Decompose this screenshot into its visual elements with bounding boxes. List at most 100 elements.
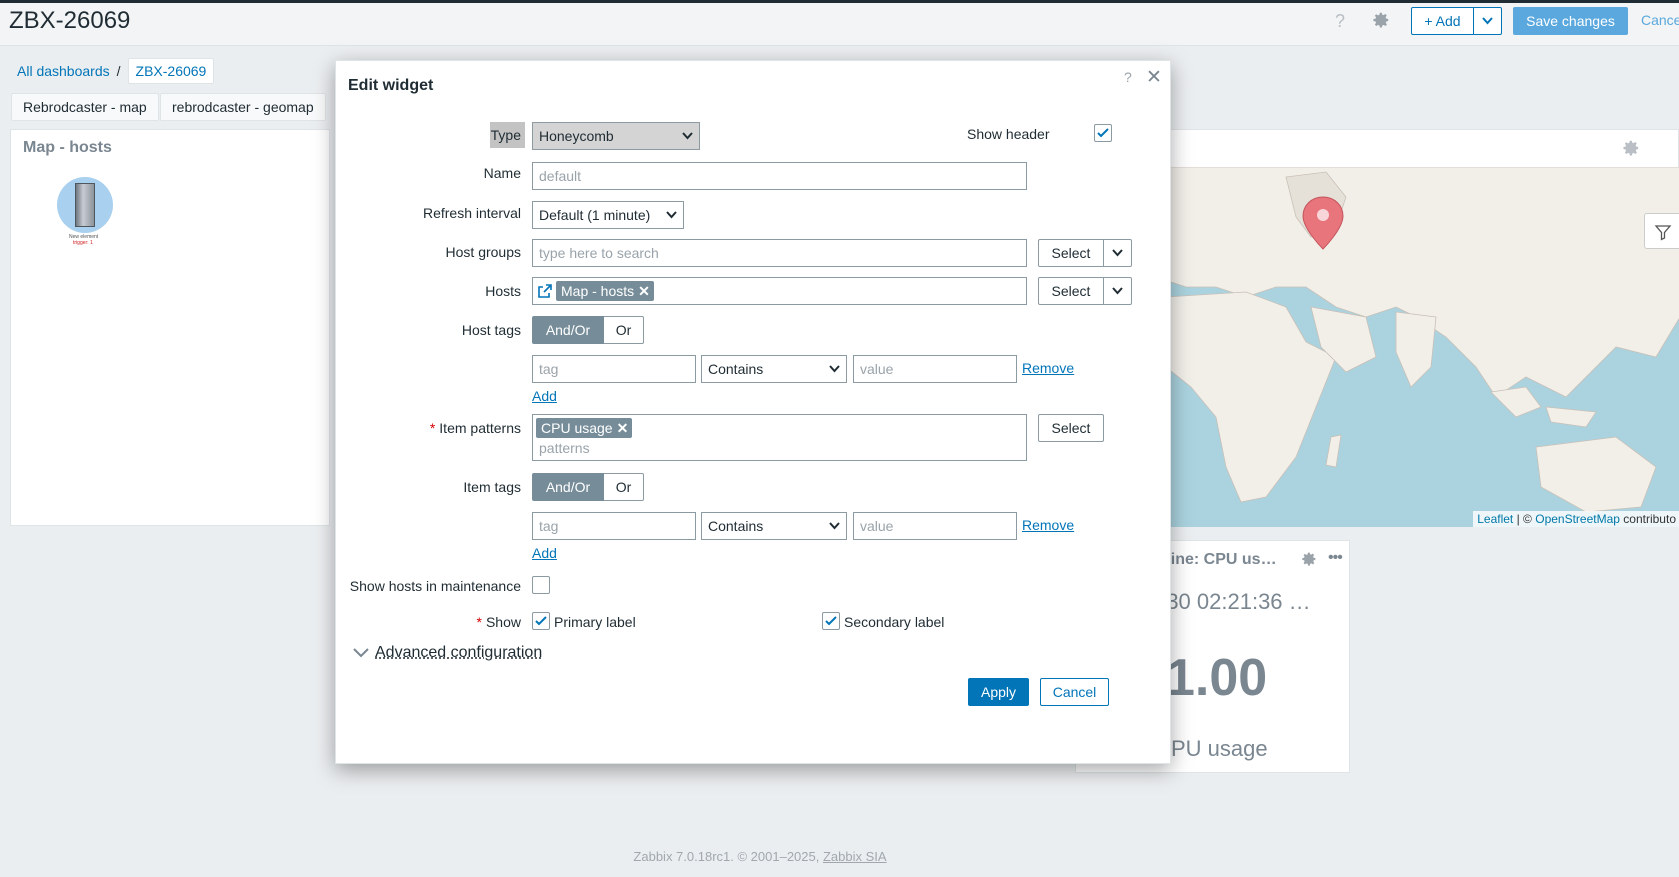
hosts-input[interactable]: Map - hosts ✕ bbox=[532, 277, 1027, 305]
item-tags-evaltype: And/Or Or bbox=[532, 473, 644, 501]
type-value: Honeycomb bbox=[539, 128, 614, 144]
name-placeholder: default bbox=[539, 168, 582, 184]
widget-title: hine: CPU us… bbox=[1161, 551, 1277, 568]
remove-chip-icon[interactable]: ✕ bbox=[617, 420, 629, 436]
save-changes-button[interactable]: Save changes bbox=[1513, 7, 1628, 35]
host-tag-name-input[interactable]: tag bbox=[532, 355, 696, 383]
edit-widget-dialog: Edit widget ? ✕ Type Honeycomb Show head… bbox=[335, 60, 1171, 764]
geomap-widget: Leaflet | © OpenStreetMap contributo bbox=[1095, 129, 1679, 527]
item-patterns-label: * Item patterns bbox=[429, 420, 521, 436]
add-widget-button[interactable]: + Add bbox=[1411, 7, 1474, 35]
host-tag-operator-select[interactable]: Contains bbox=[701, 355, 847, 383]
hosts-select-button[interactable]: Select bbox=[1038, 277, 1104, 305]
add-dropdown-button[interactable] bbox=[1474, 7, 1502, 35]
breadcrumb-separator: / bbox=[116, 63, 121, 79]
chevron-down-icon bbox=[1112, 287, 1123, 295]
item-patterns-select-button[interactable]: Select bbox=[1038, 414, 1104, 442]
item-tags-or-option[interactable]: Or bbox=[604, 473, 644, 501]
secondary-label-text: Secondary label bbox=[844, 614, 945, 630]
host-chip-label: Map - hosts bbox=[561, 283, 635, 299]
chevron-down-icon bbox=[1112, 249, 1123, 257]
tab-rebrodcaster-map[interactable]: Rebrodcaster - map bbox=[11, 93, 159, 121]
gear-icon[interactable] bbox=[1301, 551, 1317, 570]
show-maintenance-checkbox[interactable] bbox=[532, 576, 550, 594]
item-tag-value-input[interactable]: value bbox=[853, 512, 1017, 540]
breadcrumb-all-dashboards[interactable]: All dashboards bbox=[17, 63, 110, 79]
map-hosts-widget: Map - hosts New element trigger: 1 bbox=[10, 129, 330, 526]
remove-chip-icon[interactable]: ✕ bbox=[638, 283, 650, 299]
cancel-edit-link[interactable]: Cance bbox=[1641, 12, 1679, 28]
host-tag-value-input[interactable]: value bbox=[853, 355, 1017, 383]
server-icon[interactable] bbox=[57, 177, 113, 233]
page-title: ZBX-26069 bbox=[9, 7, 131, 34]
apply-button[interactable]: Apply bbox=[968, 678, 1029, 706]
show-header-checkbox[interactable] bbox=[1094, 124, 1112, 142]
refresh-interval-select[interactable]: Default (1 minute) bbox=[532, 201, 684, 229]
item-tags-label: Item tags bbox=[463, 479, 521, 495]
host-chip: Map - hosts ✕ bbox=[556, 281, 654, 301]
show-header-label: Show header bbox=[967, 126, 1050, 142]
item-value: 1.00 bbox=[1166, 649, 1268, 707]
help-icon[interactable]: ? bbox=[1124, 69, 1132, 85]
map-attribution: Leaflet | © OpenStreetMap contributo bbox=[1473, 511, 1679, 527]
item-patterns-text: Item patterns bbox=[439, 420, 521, 436]
tab-rebrodcaster-geomap[interactable]: rebrodcaster - geomap bbox=[160, 93, 326, 121]
breadcrumb-current[interactable]: ZBX-26069 bbox=[127, 58, 215, 84]
host-tags-andor-option[interactable]: And/Or bbox=[532, 316, 604, 344]
host-tag-add-link[interactable]: Add bbox=[532, 388, 557, 404]
osm-link[interactable]: OpenStreetMap bbox=[1535, 512, 1620, 526]
host-groups-select-dropdown[interactable] bbox=[1104, 239, 1132, 267]
item-description: PU usage bbox=[1171, 736, 1268, 761]
type-label: Type bbox=[490, 122, 525, 148]
help-icon[interactable]: ? bbox=[1335, 11, 1345, 32]
external-link-icon[interactable] bbox=[538, 284, 552, 298]
show-label: * Show bbox=[476, 614, 521, 630]
cancel-button[interactable]: Cancel bbox=[1040, 678, 1109, 706]
item-tag-remove-link[interactable]: Remove bbox=[1022, 517, 1074, 533]
gear-icon[interactable] bbox=[1372, 11, 1390, 32]
more-options-icon[interactable]: ••• bbox=[1328, 549, 1343, 567]
widget-title: Map - hosts bbox=[23, 139, 112, 156]
chevron-down-icon bbox=[829, 522, 840, 530]
item-tag-operator-select[interactable]: Contains bbox=[701, 512, 847, 540]
chevron-down-icon bbox=[353, 648, 369, 658]
hosts-select-dropdown[interactable] bbox=[1104, 277, 1132, 305]
refresh-interval-value: Default (1 minute) bbox=[539, 207, 651, 223]
item-tag-add-link[interactable]: Add bbox=[532, 545, 557, 561]
patterns-placeholder: patterns bbox=[539, 440, 590, 456]
dialog-title: Edit widget bbox=[348, 77, 434, 94]
checkmark-icon bbox=[825, 616, 837, 626]
chevron-down-icon bbox=[829, 365, 840, 373]
name-label: Name bbox=[483, 165, 521, 181]
host-tags-or-option[interactable]: Or bbox=[604, 316, 644, 344]
gear-icon[interactable] bbox=[1622, 139, 1640, 160]
item-pattern-chip: CPU usage ✕ bbox=[536, 418, 633, 438]
item-patterns-input[interactable]: CPU usage ✕ patterns bbox=[532, 414, 1027, 461]
type-select[interactable]: Honeycomb bbox=[532, 122, 700, 150]
refresh-interval-label: Refresh interval bbox=[422, 205, 521, 221]
map-element-trigger: trigger: 1 bbox=[73, 240, 93, 246]
item-timestamp: -30 02:21:36 … bbox=[1159, 589, 1311, 614]
host-groups-label: Host groups bbox=[445, 244, 521, 260]
checkmark-icon bbox=[535, 616, 547, 626]
footer-link[interactable]: Zabbix SIA bbox=[823, 849, 887, 864]
attribution-tail: contributo bbox=[1619, 512, 1676, 526]
host-groups-input[interactable]: type here to search bbox=[532, 239, 1027, 267]
host-groups-select-button[interactable]: Select bbox=[1038, 239, 1104, 267]
item-tag-name-input[interactable]: tag bbox=[532, 512, 696, 540]
advanced-configuration-toggle[interactable]: Advanced configuration bbox=[353, 644, 542, 662]
value-placeholder: value bbox=[860, 518, 894, 534]
name-input[interactable]: default bbox=[532, 162, 1027, 190]
map-canvas[interactable]: Leaflet | © OpenStreetMap contributo bbox=[1096, 167, 1679, 527]
host-tag-remove-link[interactable]: Remove bbox=[1022, 360, 1074, 376]
item-tags-andor-option[interactable]: And/Or bbox=[532, 473, 604, 501]
leaflet-link[interactable]: Leaflet bbox=[1477, 512, 1513, 526]
primary-label-text: Primary label bbox=[554, 614, 636, 630]
primary-label-checkbox[interactable] bbox=[532, 612, 550, 630]
secondary-label-checkbox[interactable] bbox=[822, 612, 840, 630]
show-maintenance-label: Show hosts in maintenance bbox=[349, 578, 521, 594]
filter-icon[interactable] bbox=[1644, 213, 1679, 249]
chevron-down-icon bbox=[682, 132, 693, 140]
close-icon[interactable]: ✕ bbox=[1146, 66, 1162, 89]
footer: Zabbix 7.0.18rc1. © 2001–2025, Zabbix SI… bbox=[0, 849, 1520, 864]
